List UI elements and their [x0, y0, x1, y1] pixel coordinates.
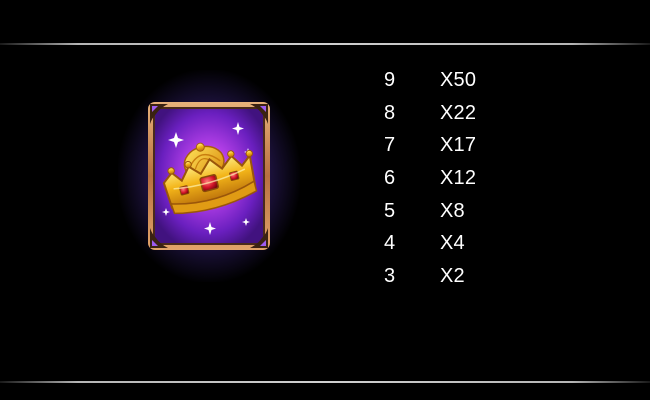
symbol-count: 8 [384, 101, 396, 124]
crown-symbol-card [118, 70, 300, 282]
payout-multiplier: X4 [440, 232, 465, 255]
payout-multiplier: X8 [440, 199, 465, 222]
bottom-divider [0, 381, 650, 383]
symbol-count: 7 [384, 134, 396, 157]
symbol-count: 5 [384, 199, 396, 222]
payout-multiplier: X12 [440, 166, 477, 189]
payout-multiplier: X2 [440, 264, 465, 287]
paytable-row: 5 X8 [375, 195, 535, 228]
paytable-row: 9 X50 [375, 64, 535, 97]
symbol-count: 6 [384, 166, 396, 189]
payout-multiplier: X17 [440, 134, 477, 157]
crown-icon [148, 102, 270, 250]
payout-multiplier: X22 [440, 101, 477, 124]
payout-multiplier: X50 [440, 68, 477, 91]
top-divider [0, 43, 650, 45]
paytable: 9 X50 8 X22 7 X17 6 X12 5 X8 4 X4 3 X2 [375, 64, 535, 293]
symbol-count: 3 [384, 264, 396, 287]
paytable-row: 3 X2 [375, 260, 535, 293]
paytable-row: 4 X4 [375, 227, 535, 260]
symbol-count: 4 [384, 232, 396, 255]
paytable-row: 8 X22 [375, 97, 535, 130]
symbol-count: 9 [384, 68, 396, 91]
paytable-row: 7 X17 [375, 129, 535, 162]
paytable-row: 6 X12 [375, 162, 535, 195]
